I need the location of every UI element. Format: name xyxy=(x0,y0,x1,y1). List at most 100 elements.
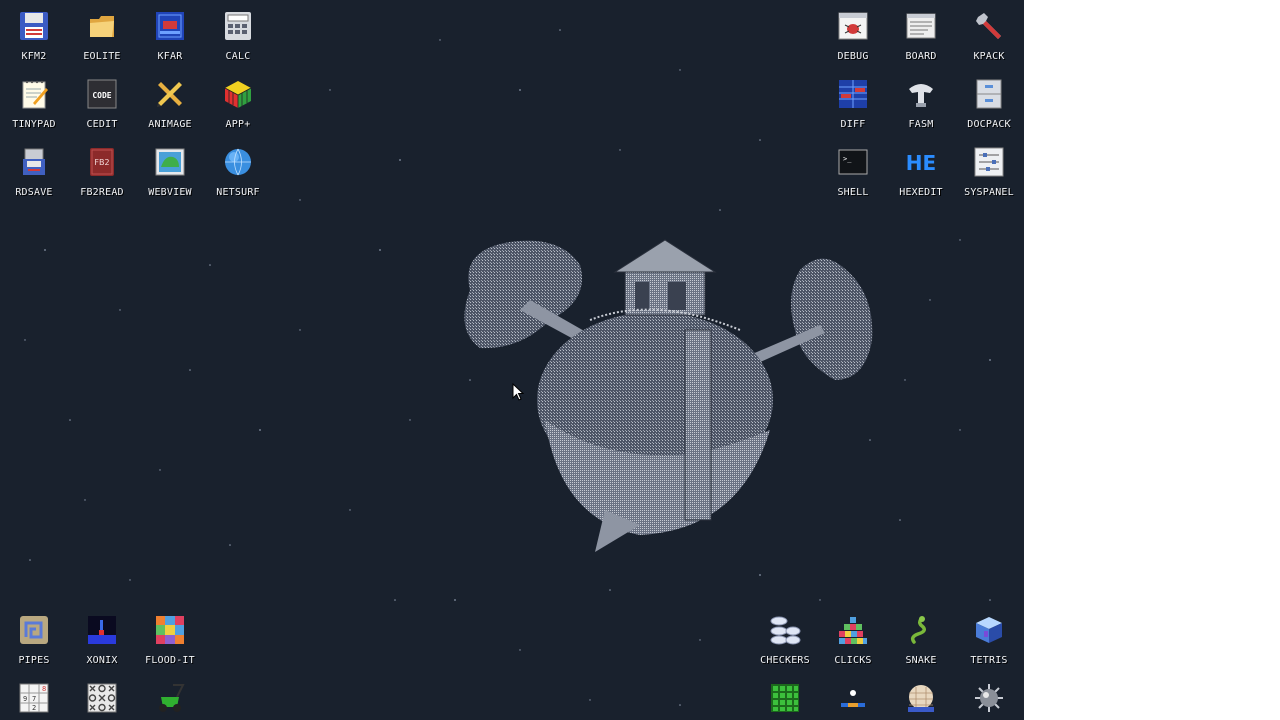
kpack-desktop-icon[interactable]: KPACK xyxy=(955,0,1023,66)
wrench-icon xyxy=(973,10,1005,42)
webview-label: WEBVIEW xyxy=(148,187,192,198)
svg-text:HE: HE xyxy=(906,151,936,175)
checkers-pieces-icon xyxy=(769,614,801,646)
shell-desktop-icon[interactable]: >_ SHELL xyxy=(819,136,887,202)
rubik-cube-icon xyxy=(222,78,254,110)
calc-label: CALC xyxy=(225,51,251,62)
code-editor-icon: CODE xyxy=(86,78,118,110)
svg-text:2: 2 xyxy=(32,704,36,712)
lawnmower-desktop-icon[interactable] xyxy=(136,672,204,720)
rdsave-desktop-icon[interactable]: RDSAVE xyxy=(0,136,68,202)
tic-tac-toe-icon xyxy=(86,682,118,714)
shell-label: SHELL xyxy=(837,187,869,198)
tinypad-label: TINYPAD xyxy=(12,119,56,130)
kpack-label: KPACK xyxy=(973,51,1005,62)
tetris-desktop-icon[interactable]: TETRIS xyxy=(955,604,1023,670)
unused-screen-area xyxy=(1024,0,1280,720)
pipes-desktop-icon[interactable]: PIPES xyxy=(0,604,68,670)
xonix-label: XONIX xyxy=(86,655,118,666)
svg-text:9: 9 xyxy=(23,695,27,703)
docpack-desktop-icon[interactable]: DOCPACK xyxy=(955,68,1023,134)
snake-desktop-icon[interactable]: SNAKE xyxy=(887,604,955,670)
fasm-label: FASM xyxy=(908,119,934,130)
book-icon: FB2 xyxy=(86,146,118,178)
web-map-icon xyxy=(154,146,186,178)
notepad-icon xyxy=(18,78,50,110)
tetris-cube-icon xyxy=(973,614,1005,646)
syspanel-label: SYSPANEL xyxy=(964,187,1014,198)
xonix-desktop-icon[interactable]: XONIX xyxy=(68,604,136,670)
netsurf-desktop-icon[interactable]: NETSURF xyxy=(204,136,272,202)
floppy-disk-icon xyxy=(18,10,50,42)
floodit-desktop-icon[interactable]: FLOOD-IT xyxy=(136,604,204,670)
checkers-desktop-icon[interactable]: CHECKERS xyxy=(751,604,819,670)
globe-icon xyxy=(222,146,254,178)
fasm-desktop-icon[interactable]: FASM xyxy=(887,68,955,134)
mine-desktop-icon[interactable] xyxy=(955,672,1023,720)
tictactoe-desktop-icon[interactable] xyxy=(68,672,136,720)
tetris-label: TETRIS xyxy=(970,655,1008,666)
calculator-icon xyxy=(222,10,254,42)
calc-desktop-icon[interactable]: CALC xyxy=(204,0,272,66)
diff-label: DIFF xyxy=(840,119,866,130)
tinypad-desktop-icon[interactable]: TINYPAD xyxy=(0,68,68,134)
pong-desktop-icon[interactable] xyxy=(819,672,887,720)
cedit-desktop-icon[interactable]: CODE CEDIT xyxy=(68,68,136,134)
diff-table-icon xyxy=(837,78,869,110)
disk-save-icon xyxy=(18,146,50,178)
sudoku-grid-icon: 978 2 xyxy=(18,682,50,714)
netsurf-label: NETSURF xyxy=(216,187,260,198)
archive-icon xyxy=(154,10,186,42)
color-blocks-icon xyxy=(837,614,869,646)
hexedit-desktop-icon[interactable]: HE HEXEDIT xyxy=(887,136,955,202)
color-grid-icon xyxy=(154,614,186,646)
cedit-label: CEDIT xyxy=(86,119,118,130)
animage-desktop-icon[interactable]: ANIMAGE xyxy=(136,68,204,134)
mine-icon xyxy=(973,682,1005,714)
text-board-icon xyxy=(905,10,937,42)
svg-text:8: 8 xyxy=(42,685,46,693)
fb2read-label: FB2READ xyxy=(80,187,124,198)
kfm2-label: KFM2 xyxy=(21,51,47,62)
debug-label: DEBUG xyxy=(837,51,869,62)
clicks-desktop-icon[interactable]: CLICKS xyxy=(819,604,887,670)
kfar-label: KFAR xyxy=(157,51,183,62)
fasm-anvil-icon xyxy=(905,78,937,110)
desktop[interactable]: KFM2 EOLITE KFAR CALC TINYPAD CODE CEDIT xyxy=(0,0,1024,720)
mouse-cursor-icon xyxy=(512,383,524,401)
bricks-desktop-icon[interactable] xyxy=(887,672,955,720)
sudoku-desktop-icon[interactable]: 978 2 xyxy=(0,672,68,720)
planet-treehouse-wallpaper xyxy=(464,239,873,552)
lawn-mower-icon xyxy=(154,682,186,714)
board-label: BOARD xyxy=(905,51,937,62)
fb2read-desktop-icon[interactable]: FB2 FB2READ xyxy=(68,136,136,202)
clicks-label: CLICKS xyxy=(834,655,872,666)
bug-window-icon xyxy=(837,10,869,42)
paddle-ball-icon xyxy=(837,682,869,714)
hex-editor-icon: HE xyxy=(905,146,937,178)
cabinet-icon xyxy=(973,78,1005,110)
syspanel-desktop-icon[interactable]: SYSPANEL xyxy=(955,136,1023,202)
snake-label: SNAKE xyxy=(905,655,937,666)
kfar-desktop-icon[interactable]: KFAR xyxy=(136,0,204,66)
kfm2-desktop-icon[interactable]: KFM2 xyxy=(0,0,68,66)
webview-desktop-icon[interactable]: WEBVIEW xyxy=(136,136,204,202)
eolite-label: EOLITE xyxy=(83,51,121,62)
terminal-icon: >_ xyxy=(837,146,869,178)
debug-desktop-icon[interactable]: DEBUG xyxy=(819,0,887,66)
eolite-desktop-icon[interactable]: EOLITE xyxy=(68,0,136,66)
rdsave-label: RDSAVE xyxy=(15,187,53,198)
svg-text:FB2: FB2 xyxy=(94,158,109,167)
appplus-label: APP+ xyxy=(225,119,251,130)
hexedit-label: HEXEDIT xyxy=(899,187,943,198)
board-desktop-icon[interactable]: BOARD xyxy=(887,0,955,66)
floodit-label: FLOOD-IT xyxy=(145,655,195,666)
diff-desktop-icon[interactable]: DIFF xyxy=(819,68,887,134)
animage-label: ANIMAGE xyxy=(148,119,192,130)
docpack-label: DOCPACK xyxy=(967,119,1011,130)
appplus-desktop-icon[interactable]: APP+ xyxy=(204,68,272,134)
folder-icon xyxy=(86,10,118,42)
gridgame-desktop-icon[interactable] xyxy=(751,672,819,720)
green-grid-icon xyxy=(769,682,801,714)
snake-icon xyxy=(905,614,937,646)
